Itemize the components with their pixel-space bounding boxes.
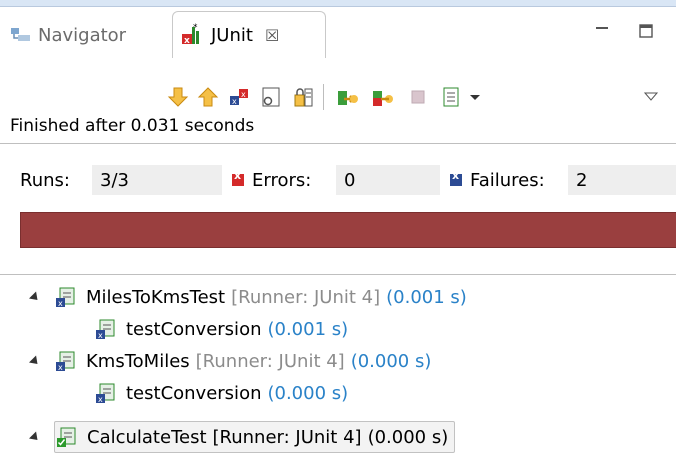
tree-item-test[interactable]: x testConversion (0.000 s)	[94, 378, 348, 408]
failures-counter: Failures: 2	[450, 165, 676, 195]
expand-triangle-icon[interactable]	[28, 290, 42, 304]
next-failure-icon[interactable]	[165, 84, 191, 110]
svg-text:x: x	[98, 395, 103, 404]
show-failures-only-icon[interactable]: xx	[226, 84, 252, 110]
svg-text:*: *	[193, 23, 198, 33]
expand-triangle-icon[interactable]	[28, 354, 42, 368]
test-name: testConversion	[126, 318, 262, 340]
test-suite-failed-icon: x	[56, 351, 75, 372]
show-skipped-icon[interactable]	[290, 84, 316, 110]
svg-text:x: x	[232, 97, 237, 106]
tree-item-suite[interactable]: x KmsToMiles [Runner: JUnit 4] (0.000 s)	[28, 346, 432, 376]
scroll-lock-icon[interactable]	[258, 84, 284, 110]
rerun-test-icon[interactable]	[335, 84, 361, 110]
view-menu-icon[interactable]	[638, 84, 664, 110]
junit-icon: x *	[182, 23, 199, 46]
error-icon	[232, 169, 244, 186]
navigator-icon	[11, 28, 30, 41]
progress-bar	[20, 212, 676, 248]
failures-value: 2	[568, 165, 676, 195]
test-method-failed-icon: x	[96, 383, 115, 404]
test-method-failed-icon: x	[96, 319, 115, 340]
runs-label: Runs:	[20, 169, 70, 191]
test-suite-passed-icon	[57, 427, 76, 447]
suite-time: (0.000 s)	[350, 350, 432, 372]
suite-time: (0.001 s)	[386, 286, 467, 308]
tree-item-suite[interactable]: x MilesToKmsTest [Runner: JUnit 4] (0.00…	[28, 282, 467, 312]
suite-time: (0.000 s)	[367, 426, 449, 448]
tab-junit[interactable]: x * JUnit ☒	[172, 11, 326, 58]
separator	[0, 274, 676, 275]
previous-failure-icon[interactable]	[195, 84, 221, 110]
maximize-icon[interactable]	[638, 23, 654, 44]
suite-name: MilesToKmsTest	[86, 286, 226, 308]
suite-name: CalculateTest	[87, 426, 207, 448]
tree-item-test[interactable]: x testConversion (0.001 s)	[94, 314, 348, 344]
minimize-icon[interactable]	[594, 23, 610, 44]
separator	[0, 143, 676, 144]
errors-label: Errors:	[252, 169, 312, 191]
test-time: (0.000 s)	[267, 382, 349, 404]
expand-triangle-icon[interactable]	[28, 430, 42, 444]
failure-icon	[450, 169, 462, 186]
suite-runner: [Runner: JUnit 4]	[195, 350, 345, 372]
suite-runner: [Runner: JUnit 4]	[212, 426, 362, 448]
test-time: (0.001 s)	[267, 318, 349, 340]
tab-junit-label: JUnit	[211, 24, 253, 46]
junit-toolbar: xx	[0, 84, 676, 120]
tab-navigator-label: Navigator	[38, 24, 127, 46]
test-name: testConversion	[126, 382, 262, 404]
selected-suite-row[interactable]: CalculateTest [Runner: JUnit 4] (0.000 s…	[54, 421, 456, 453]
svg-text:x: x	[58, 363, 63, 372]
svg-text:x: x	[98, 331, 103, 340]
svg-text:x: x	[58, 299, 63, 308]
test-run-history-icon[interactable]	[438, 84, 464, 110]
suite-name: KmsToMiles	[86, 350, 190, 372]
window-top-border	[0, 0, 676, 7]
toolbar-divider	[323, 84, 324, 110]
svg-text:x: x	[184, 36, 190, 46]
rerun-failed-first-icon[interactable]	[370, 84, 396, 110]
svg-text:x: x	[241, 90, 246, 99]
view-tab-strip: Navigator x * JUnit ☒	[0, 7, 676, 59]
failures-label: Failures:	[470, 169, 545, 191]
errors-counter: Errors: 0	[232, 165, 440, 195]
history-dropdown-arrow-icon[interactable]	[462, 84, 488, 110]
run-status-text: Finished after 0.031 seconds	[10, 116, 255, 136]
tab-navigator[interactable]: Navigator	[10, 17, 126, 53]
suite-runner: [Runner: JUnit 4]	[231, 286, 381, 308]
test-suite-failed-icon: x	[56, 287, 75, 308]
stop-icon[interactable]	[405, 84, 431, 110]
close-tab-icon[interactable]: ☒	[265, 26, 279, 45]
runs-counter: Runs: 3/3	[20, 165, 222, 195]
runs-value: 3/3	[92, 165, 222, 195]
tree-item-suite[interactable]: CalculateTest [Runner: JUnit 4] (0.000 s…	[28, 421, 456, 453]
errors-value: 0	[336, 165, 440, 195]
